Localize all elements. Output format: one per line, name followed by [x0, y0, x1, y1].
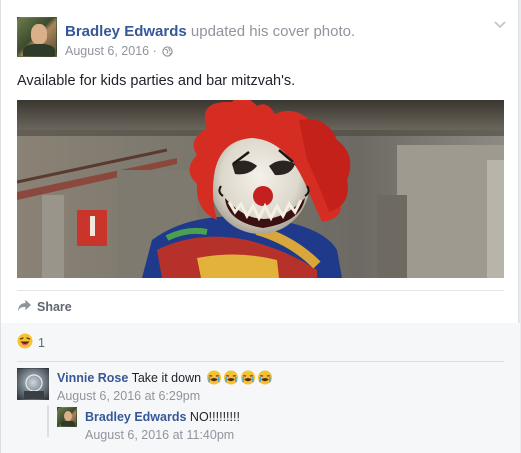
reply-thread-line: [47, 405, 49, 437]
author-avatar[interactable]: [17, 17, 57, 57]
laughing-emoji-icon: [17, 333, 33, 352]
globe-icon[interactable]: [162, 45, 173, 61]
post-card: Bradley Edwards updated his cover photo.…: [0, 0, 520, 453]
share-label: Share: [37, 300, 72, 314]
actions-divider: [17, 290, 504, 291]
crying-emoji-icon: [257, 370, 273, 389]
crying-emoji-icon: [206, 370, 222, 389]
share-arrow-icon: [17, 299, 32, 315]
reply-body: Bradley Edwards NO!!!!!!!!!: [85, 409, 240, 425]
post-date-link[interactable]: August 6, 2016: [65, 44, 149, 58]
cover-photo[interactable]: [17, 100, 504, 278]
crying-emoji-icon: [223, 370, 239, 389]
post-header: Bradley Edwards updated his cover photo.…: [17, 17, 507, 61]
commenter-avatar[interactable]: [17, 368, 49, 400]
reply-author-avatar[interactable]: [57, 407, 77, 427]
post-meta: August 6, 2016 ·: [65, 43, 173, 61]
comment-body: Vinnie Rose Take it down: [57, 370, 273, 389]
comments-section: 1 Vinnie Rose Take it down August 6, 201…: [1, 323, 520, 453]
reply-item: Bradley Edwards NO!!!!!!!!! August 6, 20…: [57, 407, 504, 447]
meta-separator: ·: [149, 44, 161, 58]
share-button[interactable]: Share: [17, 298, 72, 316]
reaction-summary[interactable]: 1: [17, 333, 45, 352]
post-headline: Bradley Edwards updated his cover photo.: [65, 23, 355, 41]
comment-text: Take it down: [131, 371, 202, 385]
reaction-count: 1: [38, 335, 45, 350]
reply-text: NO!!!!!!!!!: [189, 410, 240, 424]
comment-item: Vinnie Rose Take it down August 6, 2016 …: [17, 368, 504, 408]
post-action-text: updated his cover photo.: [186, 23, 356, 40]
reply-timestamp[interactable]: August 6, 2016 at 11:40pm: [85, 428, 234, 442]
chevron-down-icon[interactable]: [493, 17, 507, 31]
comment-author-link[interactable]: Vinnie Rose: [57, 371, 128, 385]
reply-author-link[interactable]: Bradley Edwards: [85, 410, 186, 424]
post-caption: Available for kids parties and bar mitzv…: [17, 73, 296, 89]
comments-divider: [17, 361, 504, 362]
author-name-link[interactable]: Bradley Edwards: [65, 23, 187, 40]
crying-emoji-icon: [240, 370, 256, 389]
comment-timestamp[interactable]: August 6, 2016 at 6:29pm: [57, 389, 200, 403]
